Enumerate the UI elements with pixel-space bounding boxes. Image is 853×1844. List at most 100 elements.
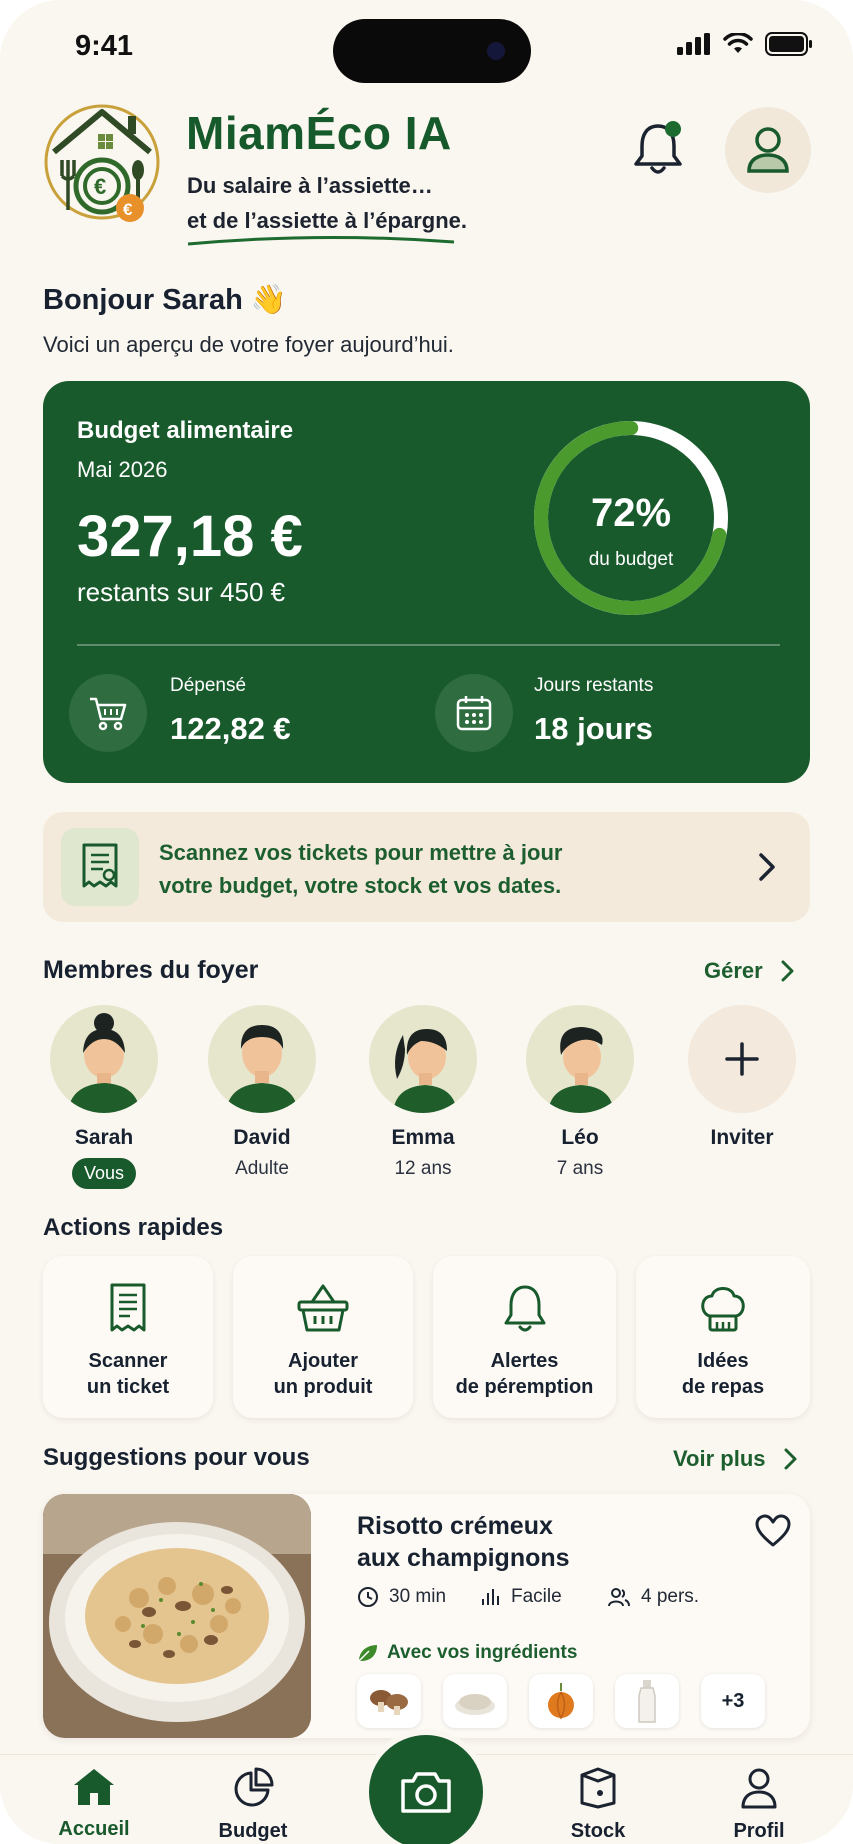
chef-hat-icon (636, 1282, 810, 1338)
tagline-line-1: Du salaire à l’assiette… (187, 173, 433, 198)
dynamic-island (333, 19, 531, 83)
budget-card[interactable]: Budget alimentaire Mai 2026 327,18 € res… (43, 381, 810, 783)
clock-icon (358, 1587, 378, 1607)
member-role: Adulte (235, 1158, 289, 1179)
calendar-icon (435, 674, 513, 752)
home-icon (74, 1769, 114, 1805)
leaf-icon (358, 1645, 377, 1662)
members-section-title: Membres du foyer (43, 956, 259, 984)
manage-members-link[interactable]: Gérer (704, 958, 795, 984)
storage-box-icon (580, 1767, 616, 1809)
action-expiry-alerts[interactable]: Alertes de péremption (433, 1256, 616, 1418)
invite-member-button[interactable]: Inviter (672, 1005, 812, 1150)
user-icon (747, 127, 789, 173)
notification-dot (665, 121, 681, 137)
recipe-time-value: 30 min (389, 1586, 447, 1607)
action-add-product[interactable]: Ajouter un produit (233, 1256, 413, 1418)
member-avatar (50, 1005, 158, 1113)
budget-month: Mai 2026 (77, 457, 168, 482)
bell-icon (433, 1282, 616, 1338)
manage-label: Gérer (704, 958, 763, 983)
member-name: Léo (561, 1126, 599, 1149)
pie-chart-icon (234, 1767, 274, 1807)
member-name: Sarah (74, 1126, 134, 1149)
member-name: Emma (391, 1126, 455, 1149)
chevron-right-icon (759, 853, 775, 881)
scan-receipt-banner[interactable]: Scannez vos tickets pour mettre à jour v… (43, 812, 810, 922)
ingredient-mushrooms-icon (357, 1674, 421, 1728)
action-scan-ticket[interactable]: Scanner un ticket (43, 1256, 213, 1418)
member-david[interactable]: David Adulte (192, 1005, 332, 1180)
svg-text:€: € (123, 200, 133, 219)
app-tagline: Du salaire à l’assiette… et de l’assiett… (187, 168, 467, 238)
action-label: Idées de repas (681, 1350, 765, 1398)
ingredient-onion-icon (529, 1674, 593, 1728)
signal-icon (677, 33, 710, 55)
ingredients-available: Avec vos ingrédients (357, 1642, 577, 1664)
nav-budget-label: Budget (218, 1820, 288, 1842)
nav-home[interactable]: Accueil (34, 1767, 154, 1841)
svg-text:€: € (94, 174, 106, 199)
status-bar: 9:41 (0, 0, 853, 95)
app-logo: € € (44, 104, 160, 222)
nav-profile-label: Profil (733, 1820, 785, 1842)
status-time: 9:41 (75, 30, 134, 62)
nav-budget[interactable]: Budget (193, 1767, 313, 1843)
spent-value: 122,82 € (170, 711, 291, 746)
user-icon (741, 1768, 777, 1809)
wifi-icon (723, 33, 753, 53)
member-role: 12 ans (394, 1158, 452, 1179)
tagline-underline (187, 235, 455, 246)
recipe-servings-value: 4 pers. (641, 1586, 700, 1607)
ingredient-rice-icon (443, 1674, 507, 1728)
favorite-heart-icon[interactable] (754, 1514, 792, 1548)
budget-percent: 72% (590, 491, 672, 535)
profile-avatar-button[interactable] (725, 107, 811, 193)
more-ingredients-count[interactable]: +3 (701, 1674, 765, 1728)
budget-percent-caption: du budget (588, 549, 674, 570)
member-avatar (369, 1005, 477, 1113)
see-more-link[interactable]: Voir plus (673, 1446, 798, 1472)
member-avatar (526, 1005, 634, 1113)
recipe-image (43, 1494, 311, 1738)
action-meal-ideas[interactable]: Idées de repas (636, 1256, 810, 1418)
days-left-value: 18 jours (534, 711, 653, 746)
action-label: Alertes de péremption (455, 1350, 594, 1398)
scan-camera-button[interactable] (369, 1735, 483, 1844)
action-label: Ajouter un produit (273, 1350, 373, 1398)
nav-stock[interactable]: Stock (538, 1767, 658, 1843)
chevron-right-icon (784, 1448, 796, 1470)
chevron-right-icon (781, 960, 794, 982)
days-left-label: Jours restants (534, 675, 654, 696)
basket-icon (233, 1282, 413, 1338)
tagline-line-2: et de l’assiette à l’épargne. (187, 208, 468, 233)
budget-title: Budget alimentaire (77, 417, 294, 444)
suggestions-section-title: Suggestions pour vous (43, 1444, 310, 1471)
recipe-card[interactable]: Risotto crémeux aux champignons 30 min F… (43, 1494, 810, 1738)
see-more-label: Voir plus (673, 1446, 766, 1471)
receipt-icon (43, 1282, 213, 1338)
nav-profile[interactable]: Profil (699, 1767, 819, 1843)
member-role: 7 ans (556, 1158, 604, 1179)
member-leo[interactable]: Léo 7 ans (510, 1005, 650, 1180)
member-emma[interactable]: Emma 12 ans (353, 1005, 493, 1180)
ingredients-label: Avec vos ingrédients (387, 1642, 578, 1663)
actions-section-title: Actions rapides (43, 1214, 224, 1241)
recipe-difficulty: Facile (481, 1586, 562, 1608)
recipe-title: Risotto crémeux aux champignons (357, 1512, 570, 1572)
receipt-icon (61, 828, 139, 906)
scan-banner-text: Scannez vos tickets pour mettre à jour v… (159, 836, 679, 902)
app-screen: 9:41 € € MiamÉco IA Du salaire à l’assie… (0, 0, 853, 1844)
member-sarah[interactable]: Sarah Vous (34, 1005, 174, 1189)
greeting-subtitle: Voici un aperçu de votre foyer aujourd’h… (43, 332, 454, 357)
recipe-time: 30 min (357, 1586, 446, 1608)
member-name: David (233, 1126, 291, 1149)
nav-stock-label: Stock (570, 1820, 626, 1842)
invite-label: Inviter (710, 1126, 774, 1149)
budget-remaining-amount: 327,18 € (77, 504, 303, 569)
plus-icon (688, 1005, 796, 1113)
cart-icon (69, 674, 147, 752)
member-avatar (208, 1005, 316, 1113)
scan-banner-line-2: votre budget, votre stock et vos dates. (159, 873, 562, 898)
camera-icon (401, 1772, 451, 1813)
